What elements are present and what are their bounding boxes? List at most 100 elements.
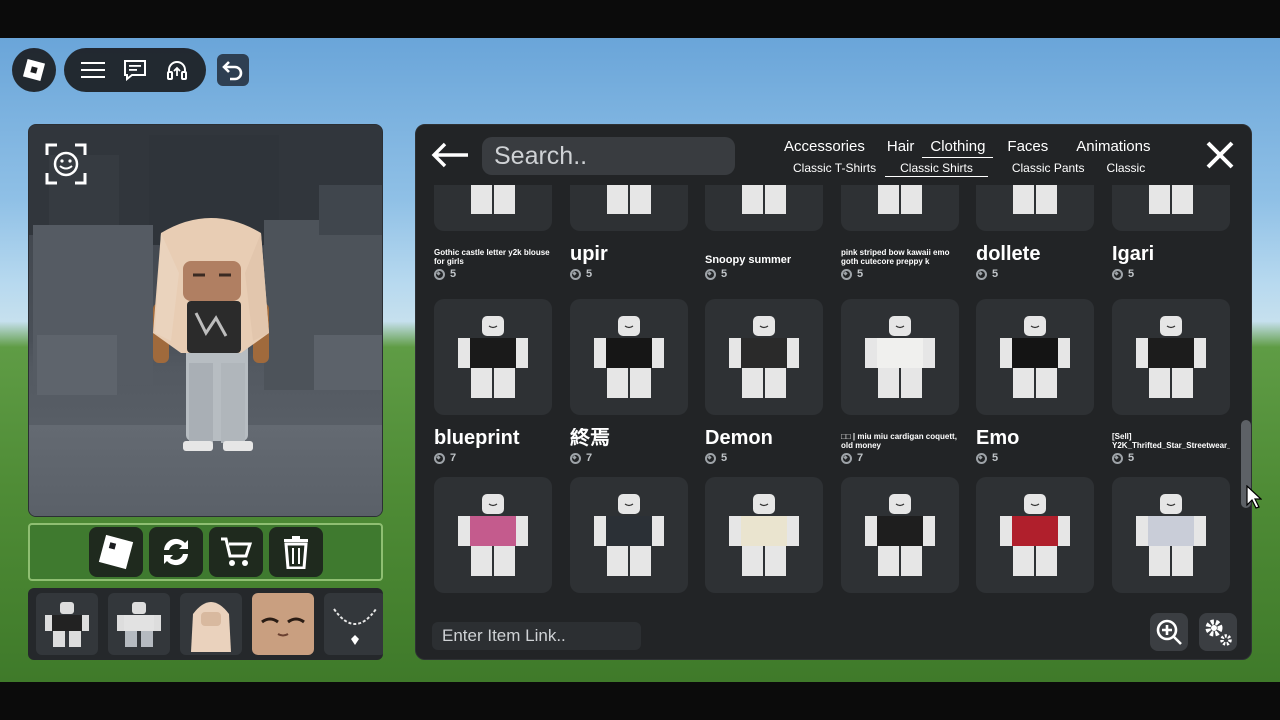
cart-icon <box>220 537 252 566</box>
roblox-logo-icon <box>98 534 133 570</box>
zoom-button[interactable] <box>1150 613 1188 651</box>
robux-icon <box>1112 268 1123 280</box>
equipped-hair-item[interactable] <box>180 593 242 655</box>
tab-accessories[interactable]: Accessories <box>776 138 873 158</box>
delete-button[interactable] <box>268 527 323 577</box>
catalog-panel: Accessories Hair Clothing Faces Animatio… <box>415 124 1252 660</box>
item-price: 5 <box>705 452 823 464</box>
refresh-button[interactable] <box>148 527 203 577</box>
catalog-item[interactable]: Emo 5 <box>976 299 1094 464</box>
item-price: 7 <box>841 452 959 464</box>
item-thumbnail <box>705 299 823 415</box>
item-thumbnail <box>705 185 823 231</box>
item-name: Demon <box>705 428 773 449</box>
search-input[interactable] <box>482 137 735 175</box>
trash-icon <box>283 536 308 569</box>
settings-button[interactable] <box>1199 613 1237 651</box>
catalog-item[interactable] <box>841 477 959 613</box>
subtab-classic-pants[interactable]: Classic Pants <box>1012 161 1085 177</box>
chat-icon[interactable] <box>121 56 149 84</box>
item-price-value: 5 <box>992 452 999 464</box>
item-name <box>434 606 552 613</box>
item-price: 5 <box>1112 452 1230 464</box>
item-name: Snoopy summer <box>705 254 792 266</box>
roblox-avatar-button[interactable] <box>88 527 143 577</box>
hamburger-menu-icon[interactable] <box>79 56 107 84</box>
robux-icon <box>976 452 987 464</box>
item-grid: Gothic castle letter y2k blouse for girl… <box>434 185 1232 613</box>
subtab-classic-shirts[interactable]: Classic Shirts <box>885 161 988 177</box>
item-price-value: 7 <box>857 452 864 464</box>
item-price: 7 <box>570 452 688 464</box>
catalog-item[interactable]: □□ | miu miu cardigan coquett, old money… <box>841 299 959 464</box>
catalog-item[interactable]: dollete 5 <box>976 185 1094 280</box>
catalog-item[interactable]: upir 5 <box>570 185 688 280</box>
catalog-item[interactable] <box>434 477 552 613</box>
item-price-value: 5 <box>450 268 457 280</box>
catalog-item[interactable]: pink striped bow kawaii emo goth cutecor… <box>841 185 959 280</box>
robux-icon <box>570 452 581 464</box>
tab-animations[interactable]: Animations <box>1068 138 1158 158</box>
catalog-item[interactable]: ♪ striped navy <box>570 477 688 613</box>
back-arrow-icon[interactable] <box>430 141 470 169</box>
item-name <box>841 606 959 613</box>
subcategory-tabs: Classic T-Shirts Classic Shirts Classic … <box>779 161 1199 179</box>
avatar-preview-panel[interactable] <box>28 124 383 517</box>
item-name <box>705 606 823 613</box>
item-price-value: 5 <box>992 268 999 280</box>
item-name: □□ | miu miu cardigan coquett, old money <box>841 432 957 450</box>
face-camera-icon[interactable] <box>45 143 87 185</box>
catalog-item[interactable]: [Sell] Y2K_Thrifted_Star_Streetwear_swag… <box>1112 299 1230 464</box>
item-price-value: 5 <box>721 452 728 464</box>
item-name: blueprint <box>434 428 520 449</box>
item-price: 5 <box>434 268 552 280</box>
item-price-value: 7 <box>586 452 593 464</box>
close-icon[interactable] <box>1204 139 1236 171</box>
catalog-item[interactable] <box>976 477 1094 613</box>
item-thumbnail <box>434 185 552 231</box>
roblox-logo-icon <box>22 58 46 82</box>
equipped-face-item[interactable] <box>252 593 314 655</box>
item-thumbnail <box>1112 185 1230 231</box>
undo-icon <box>222 61 243 81</box>
item-link-input[interactable] <box>432 622 641 650</box>
robux-icon <box>434 452 445 464</box>
robux-icon <box>705 452 716 464</box>
mouse-cursor-icon <box>1246 484 1263 509</box>
undo-button[interactable] <box>217 54 249 86</box>
catalog-item[interactable]: brandy coastal striped <box>1112 477 1230 613</box>
tab-clothing[interactable]: Clothing <box>922 138 994 158</box>
item-thumbnail <box>841 477 959 593</box>
headset-icon[interactable] <box>163 56 191 84</box>
catalog-item[interactable] <box>705 477 823 613</box>
subtab-classic-tshirts[interactable]: Classic T-Shirts <box>793 161 876 177</box>
item-name: Emo <box>976 428 1020 449</box>
avatar-controls-bar <box>28 523 383 581</box>
item-thumbnail <box>434 299 552 415</box>
item-price-value: 5 <box>1128 452 1135 464</box>
catalog-item[interactable]: Snoopy summer 5 <box>705 185 823 280</box>
item-name <box>976 606 1094 613</box>
catalog-item[interactable]: Demon 5 <box>705 299 823 464</box>
item-thumbnail <box>976 477 1094 593</box>
catalog-item[interactable]: blueprint 7 <box>434 299 552 464</box>
tab-faces[interactable]: Faces <box>999 138 1056 158</box>
robux-icon <box>1112 452 1123 464</box>
item-name: [Sell] Y2K_Thrifted_Star_Streetwear_swag… <box>1112 432 1230 450</box>
equipped-necklace-item[interactable] <box>324 593 383 655</box>
cart-button[interactable] <box>208 527 263 577</box>
item-thumbnail <box>434 477 552 593</box>
letterbox-bottom <box>0 682 1280 720</box>
robux-icon <box>976 268 987 280</box>
catalog-item[interactable]: 終焉 7 <box>570 299 688 464</box>
equipped-shirt-item[interactable] <box>36 593 98 655</box>
equipped-pants-item[interactable] <box>108 593 170 655</box>
roblox-menu-button[interactable] <box>12 48 56 92</box>
item-price-value: 7 <box>450 452 457 464</box>
catalog-item[interactable]: Igari 5 <box>1112 185 1230 280</box>
subtab-classic[interactable]: Classic <box>1107 161 1146 177</box>
catalog-item[interactable]: Gothic castle letter y2k blouse for girl… <box>434 185 552 280</box>
zoom-in-icon <box>1156 619 1182 645</box>
item-thumbnail <box>841 185 959 231</box>
tab-hair[interactable]: Hair <box>879 138 923 158</box>
